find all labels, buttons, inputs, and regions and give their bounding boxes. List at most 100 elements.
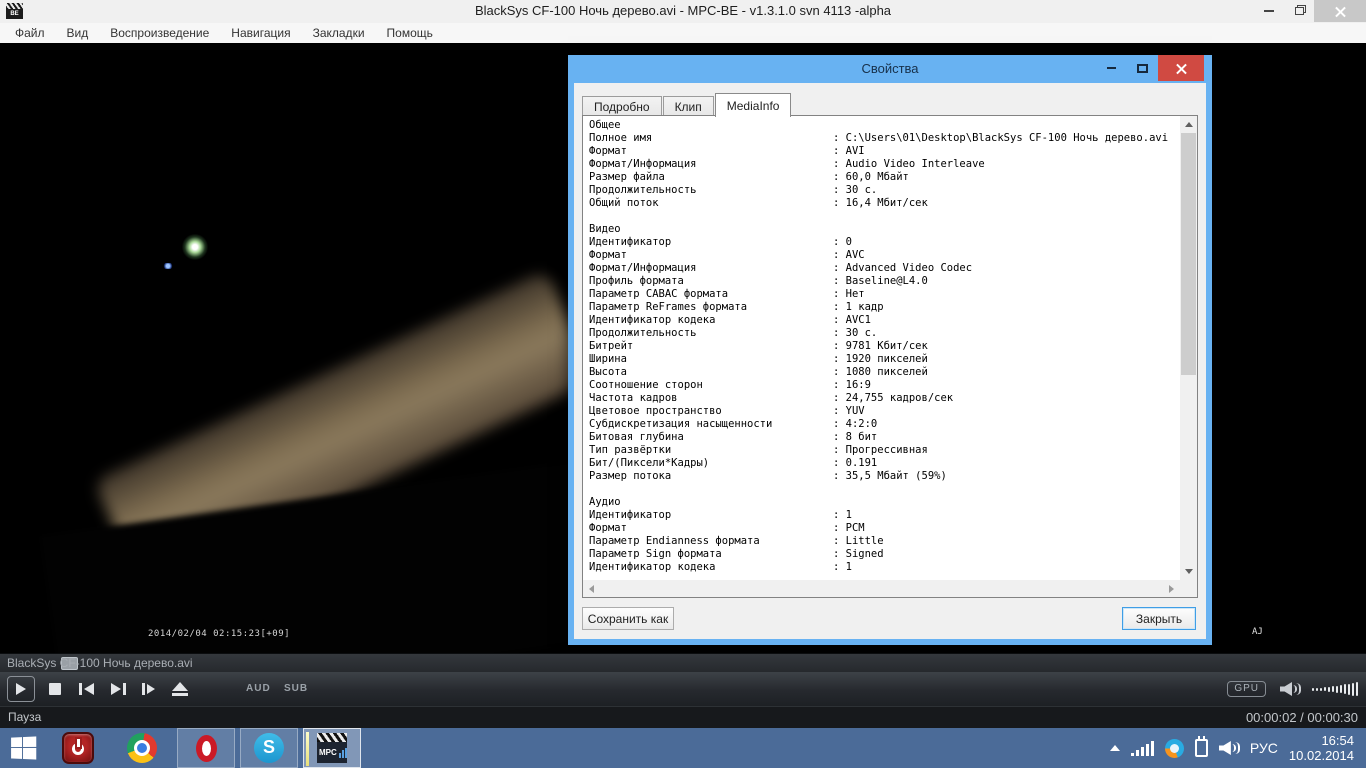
tray-volume-icon[interactable] xyxy=(1219,741,1239,755)
close-button[interactable] xyxy=(1314,0,1366,22)
vertical-scrollbar[interactable] xyxy=(1180,116,1197,580)
vertical-scroll-thumb[interactable] xyxy=(1181,133,1196,375)
tray-expand-icon[interactable] xyxy=(1110,745,1120,751)
clock[interactable]: 16:54 10.02.2014 xyxy=(1289,733,1354,763)
mediainfo-row: Общий поток: 16,4 Мбит/сек xyxy=(589,197,1180,210)
window-controls xyxy=(1254,0,1366,23)
save-as-button[interactable]: Сохранить как xyxy=(582,607,674,630)
mediainfo-row: Битовая глубина: 8 бит xyxy=(589,431,1180,444)
start-button[interactable] xyxy=(11,736,37,760)
menu-item[interactable]: Закладки xyxy=(302,23,376,43)
mediainfo-section-header xyxy=(589,210,1180,223)
titlebar: BE BlackSys CF-100 Ночь дерево.avi - MPC… xyxy=(0,0,1366,23)
volume-slider[interactable] xyxy=(1312,672,1358,706)
menu-item[interactable]: Навигация xyxy=(220,23,301,43)
tab-mediainfo[interactable]: MediaInfo xyxy=(715,93,792,117)
eject-button[interactable] xyxy=(166,672,194,706)
volume-bar xyxy=(1312,688,1314,691)
mediainfo-row: Параметр ReFrames формата: 1 кадр xyxy=(589,301,1180,314)
mediainfo-section-header: Видео xyxy=(589,223,1180,236)
mute-button[interactable] xyxy=(1280,682,1302,696)
windows-logo-icon xyxy=(11,737,22,747)
volume-bar xyxy=(1320,688,1322,691)
scroll-left-button[interactable] xyxy=(583,580,600,597)
arrow-right-icon xyxy=(1169,585,1174,593)
scroll-up-button[interactable] xyxy=(1180,116,1197,133)
language-indicator[interactable]: РУС xyxy=(1250,740,1278,756)
mpc-active-stripe xyxy=(306,732,309,766)
mediainfo-row: Полное имя: C:\Users\01\Desktop\BlackSys… xyxy=(589,132,1180,145)
maximize-icon xyxy=(1137,64,1148,73)
mediainfo-row: Размер файла: 60,0 Мбайт xyxy=(589,171,1180,184)
mediainfo-row: Идентификатор кодека: 1 xyxy=(589,561,1180,574)
seek-bar[interactable]: BlackSys CF-100 Ночь дерево.avi xyxy=(0,653,1366,672)
gpu-badge: GPU xyxy=(1227,681,1266,697)
volume-bar xyxy=(1348,684,1350,695)
scroll-down-button[interactable] xyxy=(1180,563,1197,580)
mediainfo-row: Высота: 1080 пикселей xyxy=(589,366,1180,379)
clock-date: 10.02.2014 xyxy=(1289,748,1354,763)
menu-item[interactable]: Вид xyxy=(56,23,100,43)
properties-dialog: Свойства Подробно Клип MediaInfo ОбщееПо… xyxy=(568,55,1212,645)
minimize-icon xyxy=(1107,67,1116,69)
power-shortcut[interactable] xyxy=(62,732,94,764)
seekbar-filename-label: BlackSys CF-100 Ночь дерево.avi xyxy=(7,654,193,673)
minimize-button[interactable] xyxy=(1254,0,1284,22)
menu-item[interactable]: Файл xyxy=(4,23,56,43)
dialog-close-button[interactable] xyxy=(1158,55,1204,81)
close-dialog-button[interactable]: Закрыть xyxy=(1122,607,1196,630)
battery-plug-icon[interactable] xyxy=(1195,739,1208,757)
volume-bar xyxy=(1324,687,1326,691)
menu-item[interactable]: Помощь xyxy=(376,23,444,43)
dialog-minimize-button[interactable] xyxy=(1096,55,1127,81)
mediainfo-row: Формат: PCM xyxy=(589,522,1180,535)
tab-podrobno[interactable]: Подробно xyxy=(582,96,662,117)
audio-track-button[interactable]: AUD xyxy=(246,672,271,706)
taskbar-mpc-button[interactable]: MPC xyxy=(303,728,361,768)
restore-icon xyxy=(1295,7,1304,15)
skype-icon: S xyxy=(254,733,284,763)
stop-button[interactable] xyxy=(42,672,68,706)
scroll-right-button[interactable] xyxy=(1163,580,1180,597)
mediainfo-row: Тип развёртки: Прогрессивная xyxy=(589,444,1180,457)
clock-time: 16:54 xyxy=(1289,733,1354,748)
subtitle-track-button[interactable]: SUB xyxy=(284,672,308,706)
volume-bar xyxy=(1340,685,1342,693)
speaker-icon xyxy=(1280,682,1292,696)
mediainfo-row: Продолжительность: 30 с. xyxy=(589,184,1180,197)
playback-time: 00:00:02 / 00:00:30 xyxy=(1246,707,1358,728)
mediainfo-row: Частота кадров: 24,755 кадров/сек xyxy=(589,392,1180,405)
tray-app-icon[interactable] xyxy=(1165,739,1184,758)
volume-bar xyxy=(1316,688,1318,691)
taskbar: S MPC РУС 16:54 10.02.2014 xyxy=(0,728,1366,768)
mediainfo-row: Идентификатор: 1 xyxy=(589,509,1180,522)
mediainfo-row: Идентификатор: 0 xyxy=(589,236,1180,249)
taskbar-skype-button[interactable]: S xyxy=(240,728,298,768)
dialog-maximize-button[interactable] xyxy=(1127,55,1158,81)
mediainfo-row: Параметр CABAC формата: Нет xyxy=(589,288,1180,301)
mediainfo-section-header: Аудио xyxy=(589,496,1180,509)
network-signal-icon[interactable] xyxy=(1131,741,1154,756)
menu-item[interactable]: Воспроизведение xyxy=(99,23,220,43)
next-button[interactable] xyxy=(104,672,132,706)
play-button[interactable] xyxy=(7,676,35,702)
dialog-window-controls xyxy=(1096,55,1204,81)
frame-step-button[interactable] xyxy=(134,672,162,706)
taskbar-opera-button[interactable] xyxy=(177,728,235,768)
opera-icon xyxy=(196,735,217,762)
mediainfo-section-header xyxy=(589,483,1180,496)
mediainfo-panel: ОбщееПолное имя: C:\Users\01\Desktop\Bla… xyxy=(582,115,1198,598)
chrome-shortcut[interactable] xyxy=(127,733,157,763)
dialog-tabs: Подробно Клип MediaInfo xyxy=(582,93,792,116)
tab-klip[interactable]: Клип xyxy=(663,96,714,117)
arrow-left-icon xyxy=(589,585,594,593)
horizontal-scrollbar[interactable] xyxy=(583,580,1180,597)
status-bar: Пауза 00:00:02 / 00:00:30 xyxy=(0,706,1366,728)
mediainfo-row: Формат: AVC xyxy=(589,249,1180,262)
streetlight-glow xyxy=(182,234,208,260)
restore-button[interactable] xyxy=(1284,0,1314,22)
mediainfo-row: Идентификатор кодека: AVC1 xyxy=(589,314,1180,327)
eject-icon xyxy=(172,682,188,691)
volume-bar xyxy=(1332,686,1334,692)
previous-button[interactable] xyxy=(72,672,100,706)
